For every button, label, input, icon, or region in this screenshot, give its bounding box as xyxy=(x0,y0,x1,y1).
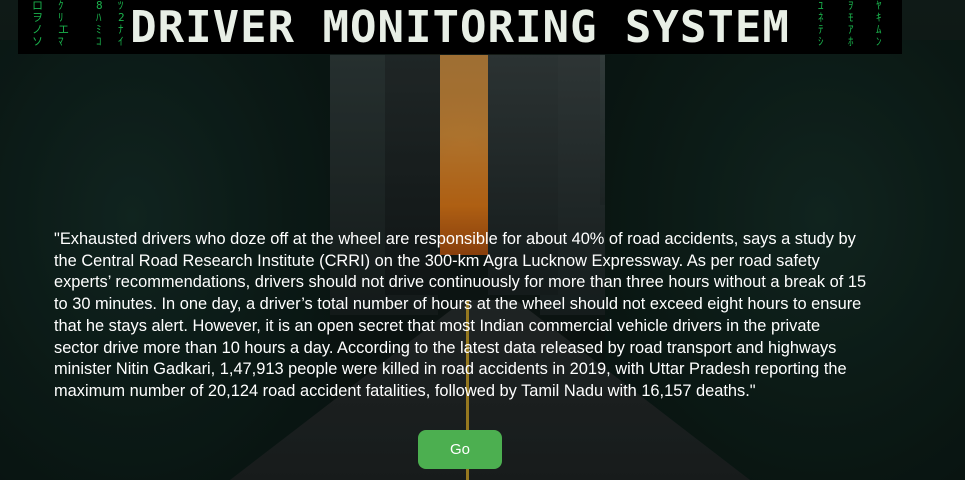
page-title: DRIVER MONITORING SYSTEM xyxy=(130,2,790,53)
title-banner: ロ ヲ ノ ソ ｸ ﾘ エ ﾏ 8 ﾊ ﾐ ｺ ﾂ 2 ﾅ ｲ ﾕ ﾈ ﾃ ｼ … xyxy=(18,0,902,54)
road-safety-quote: "Exhausted drivers who doze off at the w… xyxy=(54,230,867,400)
go-button[interactable]: Go xyxy=(418,430,502,469)
